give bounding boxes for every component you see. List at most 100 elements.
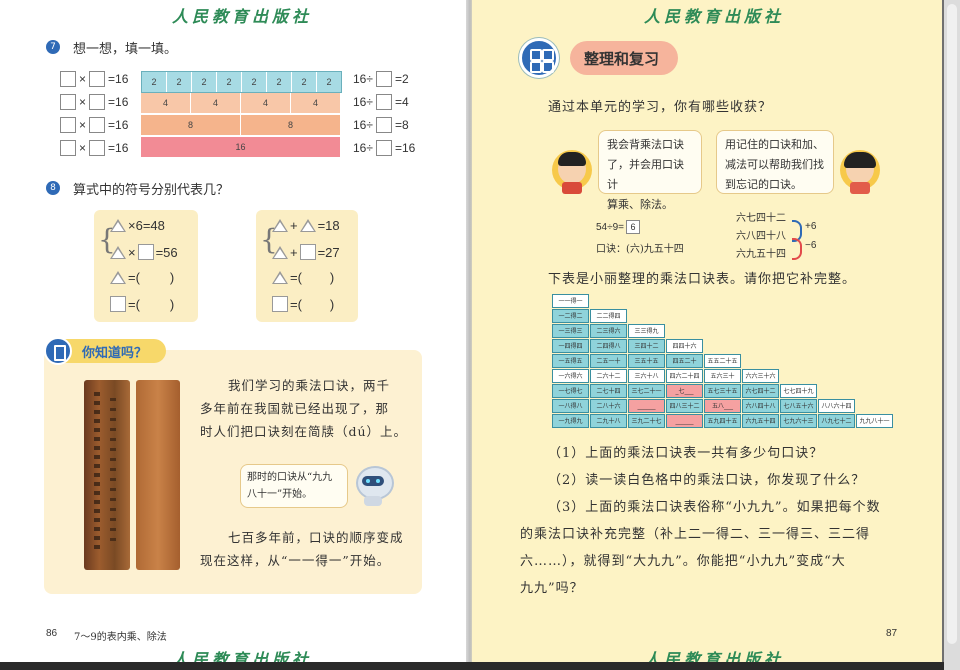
- table-blank-cell[interactable]: _七___: [666, 384, 703, 398]
- answer-box[interactable]: [60, 94, 76, 110]
- question-3-continued: 的乘法口诀补充完整（补上二一得二、三一得三、三二得 六……），就得到“大九九”。…: [520, 527, 871, 596]
- table-cell: 四五二十: [666, 354, 703, 368]
- example-equation: 54÷9= 6: [596, 220, 641, 234]
- table-blank-cell[interactable]: ______: [628, 399, 665, 413]
- mult-eq-row: × =16: [60, 117, 128, 133]
- equation-card-2: { + =18 + =27 =() =(): [256, 210, 358, 322]
- girl-avatar: [840, 150, 880, 196]
- minus-six: −6: [805, 240, 817, 251]
- table-cell: 七八五十六: [780, 399, 817, 413]
- table-intro: 下表是小丽整理的乘法口诀表。请你把它补完整。: [548, 272, 857, 287]
- question-3: （3）上面的乘法口诀表俗称“小九九”。如果把每个数: [548, 500, 881, 515]
- div-eq-row: 16÷ =4: [353, 94, 409, 110]
- answer-box[interactable]: [375, 71, 392, 87]
- answer-box[interactable]: [60, 71, 76, 87]
- bamboo-slip-image: [136, 380, 180, 570]
- publisher-logo: 人民教育出版社: [172, 7, 313, 26]
- table-blank-cell[interactable]: ______: [666, 414, 703, 428]
- answer-box[interactable]: [89, 140, 106, 156]
- answer-box: 6: [626, 220, 641, 234]
- question-2: （2）读一读白色格中的乘法口诀，你发现了什么？: [548, 473, 866, 488]
- table-cell: 三五十五: [628, 354, 665, 368]
- answer-box[interactable]: [375, 140, 392, 156]
- answer-box[interactable]: [89, 94, 106, 110]
- triangle-icon: [272, 245, 288, 259]
- bar-16-by-4: 4444: [141, 93, 340, 113]
- table-cell: 三六十八: [628, 369, 665, 383]
- table-cell: 二二得四: [590, 309, 627, 323]
- table-cell: 八八六十四: [818, 399, 855, 413]
- square-icon: [110, 296, 126, 312]
- table-cell: 六六三十六: [742, 369, 779, 383]
- question-7-number: 7: [46, 40, 60, 54]
- answer-box[interactable]: [60, 117, 76, 133]
- table-cell: 一八得八: [552, 399, 589, 413]
- table-cell: 二六十二: [590, 369, 627, 383]
- table-cell: 三九二十七: [628, 414, 665, 428]
- example-koujue: 口诀：(六)九五十四: [596, 244, 684, 255]
- table-cell: 二七十四: [590, 384, 627, 398]
- page-number-87: 87: [886, 628, 898, 639]
- table-cell: 四八三十二: [666, 399, 703, 413]
- bamboo-slip-image: [84, 380, 130, 570]
- answer-box[interactable]: [89, 117, 106, 133]
- div-eq-row: 16÷ =8: [353, 117, 409, 133]
- mult-eq-row: × =16: [60, 140, 128, 156]
- bar-16-by-8: 88: [141, 115, 340, 135]
- plus-six: +6: [805, 221, 817, 232]
- did-you-know-title: 你知道吗？: [82, 346, 148, 361]
- grid-icon: [519, 38, 559, 78]
- table-cell: 二四得八: [590, 339, 627, 353]
- did-you-know-para-1: 我们学习的乘法口诀，两千 多年前在我国就已经出现了，那 时人们把口诀刻在简牍（d…: [200, 378, 408, 439]
- mult-eq-row: × =16: [60, 71, 128, 87]
- table-cell: 五六三十: [704, 369, 741, 383]
- triangle-icon: [110, 245, 126, 259]
- answer-box[interactable]: [89, 71, 106, 87]
- intro-text: 通过本单元的学习，你有哪些收获？: [548, 100, 773, 115]
- question-1: （1）上面的乘法口诀表一共有多少句口诀？: [548, 446, 824, 461]
- table-cell: 一三得三: [552, 324, 589, 338]
- bottom-bar: [0, 662, 944, 670]
- boy-avatar: [552, 150, 592, 196]
- chapter-footer: 7～9的表内乘、除法: [74, 632, 167, 643]
- scrollbar-thumb[interactable]: [947, 4, 957, 644]
- did-you-know-para-2: 七百多年前，口诀的顺序变成 现在这样，从“一一得一”开始。: [200, 530, 404, 568]
- table-cell: 二三得六: [590, 324, 627, 338]
- table-cell: 九九八十一: [856, 414, 893, 428]
- triangle-icon: [110, 219, 126, 232]
- table-cell: 六七四十二: [742, 384, 779, 398]
- triangle-icon: [272, 271, 288, 284]
- table-cell: 三七二十一: [628, 384, 665, 398]
- table-cell: 七七四十九: [780, 384, 817, 398]
- table-cell: 二五一十: [590, 354, 627, 368]
- square-icon: [299, 244, 316, 260]
- pdf-viewer: 人民教育出版社 7 想一想，填一填。 × =16 × =16 × =16 × =16 2…: [0, 0, 960, 670]
- div-eq-row: 16÷ =2: [353, 71, 409, 87]
- girl-speech-bubble: 用记住的口诀和加、 减法可以帮助我们找 到忘记的口诀。: [716, 130, 834, 194]
- table-cell: 一六得六: [552, 369, 589, 383]
- triangle-icon: [110, 271, 126, 284]
- answer-box[interactable]: [375, 117, 392, 133]
- table-cell: 一二得二: [552, 309, 589, 323]
- table-cell: 六八四十八: [742, 399, 779, 413]
- section-title: 整理和复习: [584, 50, 660, 68]
- table-blank-cell[interactable]: 五八___: [704, 399, 741, 413]
- mult-eq-row: × =16: [60, 94, 128, 110]
- boy-speech-bubble: 我会背乘法口诀 了，并会用口诀计 算乘、除法。: [598, 130, 702, 211]
- table-cell: 五九四十五: [704, 414, 741, 428]
- minus-arrow-icon: [792, 238, 802, 260]
- koujue-list: 六七四十二 六八四十八 六九五十四: [736, 213, 786, 260]
- publisher-logo: 人民教育出版社: [644, 7, 785, 26]
- table-cell: 一一得一: [552, 294, 589, 308]
- table-cell: 四六二十四: [666, 369, 703, 383]
- table-cell: 三四十二: [628, 339, 665, 353]
- left-page: 人民教育出版社 7 想一想，填一填。 × =16 × =16 × =16 × =16 2…: [0, 0, 468, 669]
- book-icon: [44, 337, 72, 365]
- table-cell: 二八十六: [590, 399, 627, 413]
- div-eq-row: 16÷ =16: [353, 140, 416, 156]
- table-cell: 二九十八: [590, 414, 627, 428]
- answer-box[interactable]: [375, 94, 392, 110]
- answer-box[interactable]: [60, 140, 76, 156]
- table-cell: 七九六十三: [780, 414, 817, 428]
- triangle-icon: [299, 219, 316, 232]
